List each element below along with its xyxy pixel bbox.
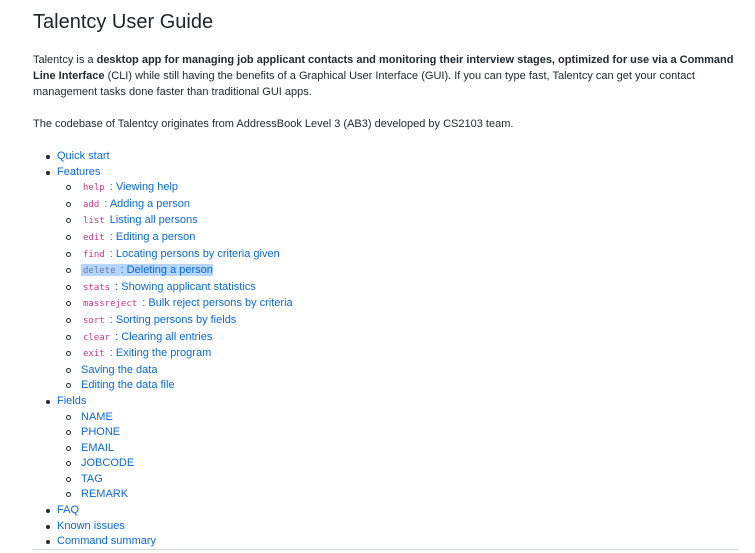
toc-item-saving: Saving the data	[57, 363, 743, 379]
delete-link[interactable]: delete : Deleting a person	[81, 264, 213, 277]
list-link[interactable]: list Listing all persons	[81, 214, 198, 226]
edit-link[interactable]: edit : Editing a person	[81, 231, 195, 243]
faq-link[interactable]: FAQ	[57, 504, 79, 516]
sort-link-label: : Sorting persons by fields	[106, 313, 237, 326]
section-divider	[33, 549, 738, 550]
toc-item-find: find : Locating persons by criteria give…	[57, 247, 743, 264]
toc-item-field-tag: TAG	[57, 472, 743, 488]
toc-item-field-name: NAME	[57, 410, 743, 426]
sort-command: sort	[83, 315, 105, 326]
toc-item-exit: exit : Exiting the program	[57, 346, 743, 363]
command-summary-link[interactable]: Command summary	[57, 535, 156, 547]
add-link[interactable]: add : Adding a person	[81, 198, 190, 210]
find-command: find	[83, 249, 105, 260]
toc-item-faq: FAQ	[33, 503, 743, 519]
toc-item-known-issues: Known issues	[33, 519, 743, 535]
toc-item-clear: clear : Clearing all entries	[57, 330, 743, 347]
edit-link-label: : Editing a person	[106, 230, 196, 243]
toc-item-field-email: EMAIL	[57, 441, 743, 457]
toc-item-add: add : Adding a person	[57, 197, 743, 214]
user-guide-page: Talentcy User Guide Talentcy is a deskto…	[0, 0, 743, 550]
intro-text-a: Talentcy is a	[33, 54, 97, 66]
saving-data-link[interactable]: Saving the data	[81, 364, 157, 376]
massreject-link[interactable]: massreject : Bulk reject persons by crit…	[81, 297, 293, 309]
field-phone-link[interactable]: PHONE	[81, 426, 120, 438]
toc-item-help: help : Viewing help	[57, 180, 743, 197]
clear-command: clear	[83, 332, 111, 343]
stats-link[interactable]: stats : Showing applicant statistics	[81, 281, 256, 293]
stats-link-label: : Showing applicant statistics	[112, 280, 256, 293]
toc-item-field-phone: PHONE	[57, 425, 743, 441]
toc-item-command-summary: Command summary	[33, 534, 743, 550]
exit-link-label: : Exiting the program	[106, 347, 212, 360]
fields-sublist: NAME PHONE EMAIL JOBCODE TAG REMARK	[57, 410, 743, 504]
codebase-paragraph: The codebase of Talentcy originates from…	[33, 118, 514, 130]
features-sublist: help : Viewing help add : Adding a perso…	[57, 180, 743, 394]
toc-item-list: list Listing all persons	[57, 213, 743, 230]
field-name-link[interactable]: NAME	[81, 411, 113, 423]
field-jobcode-link[interactable]: JOBCODE	[81, 457, 134, 469]
intro-paragraph: Talentcy is a desktop app for managing j…	[33, 52, 738, 100]
toc-item-edit: edit : Editing a person	[57, 230, 743, 247]
toc-item-field-jobcode: JOBCODE	[57, 456, 743, 472]
help-link[interactable]: help : Viewing help	[81, 181, 178, 193]
intro-text-c: (CLI) while still having the benefits of…	[33, 70, 695, 98]
add-link-label: : Adding a person	[101, 197, 190, 210]
toc-item-editing-file: Editing the data file	[57, 378, 743, 394]
editing-data-file-link[interactable]: Editing the data file	[81, 379, 175, 391]
exit-link[interactable]: exit : Exiting the program	[81, 347, 211, 359]
clear-link-label: : Clearing all entries	[112, 330, 213, 343]
fields-link[interactable]: Fields	[57, 395, 86, 407]
toc-item-fields: Fields NAME PHONE EMAIL JOBCODE TAG REMA…	[33, 394, 743, 503]
delete-command: delete	[81, 266, 118, 277]
toc-item-stats: stats : Showing applicant statistics	[57, 280, 743, 297]
toc-item-features: Features help : Viewing help add : Addin…	[33, 165, 743, 394]
known-issues-link[interactable]: Known issues	[57, 520, 125, 532]
field-remark-link[interactable]: REMARK	[81, 488, 128, 500]
table-of-contents: Quick start Features help : Viewing help…	[33, 149, 743, 550]
help-command: help	[83, 183, 105, 194]
stats-command: stats	[83, 282, 111, 293]
features-link[interactable]: Features	[57, 166, 100, 178]
edit-command: edit	[83, 232, 105, 243]
massreject-command: massreject	[83, 299, 138, 310]
toc-item-quick-start: Quick start	[33, 149, 743, 165]
clear-link[interactable]: clear : Clearing all entries	[81, 331, 212, 343]
list-command: list	[83, 216, 105, 227]
quick-start-link[interactable]: Quick start	[57, 150, 110, 162]
find-link-label: : Locating persons by criteria given	[106, 247, 280, 260]
list-link-label: Listing all persons	[106, 214, 198, 227]
add-command: add	[83, 199, 100, 210]
exit-command: exit	[83, 349, 105, 360]
field-tag-link[interactable]: TAG	[81, 473, 103, 485]
massreject-link-label: : Bulk reject persons by criteria	[139, 297, 293, 310]
page-title: Talentcy User Guide	[33, 11, 214, 33]
field-email-link[interactable]: EMAIL	[81, 442, 114, 454]
toc-item-massreject: massreject : Bulk reject persons by crit…	[57, 296, 743, 313]
sort-link[interactable]: sort : Sorting persons by fields	[81, 314, 236, 326]
toc-item-delete: delete : Deleting a person	[57, 263, 743, 280]
find-link[interactable]: find : Locating persons by criteria give…	[81, 248, 280, 260]
delete-link-label: : Deleting a person	[117, 264, 213, 277]
toc-item-field-remark: REMARK	[57, 487, 743, 503]
toc-item-sort: sort : Sorting persons by fields	[57, 313, 743, 330]
help-link-label: : Viewing help	[106, 181, 179, 194]
